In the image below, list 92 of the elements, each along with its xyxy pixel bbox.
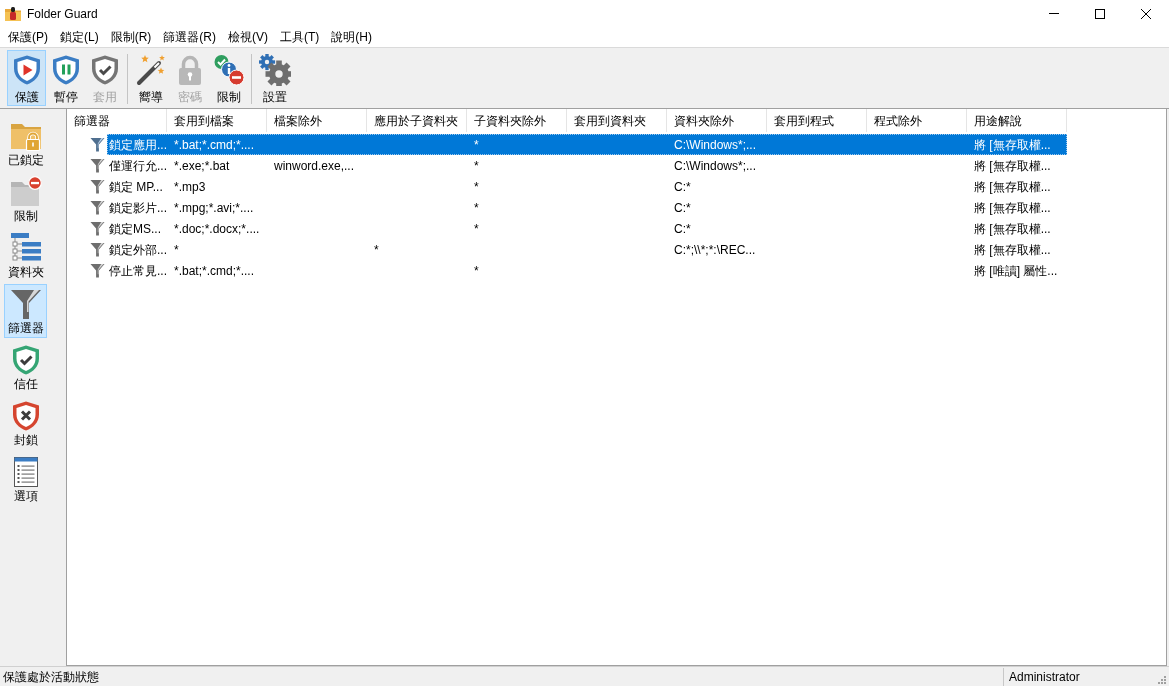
- table-cell: *.bat;*.cmd;*....: [174, 263, 255, 278]
- funnel-icon: [90, 221, 105, 236]
- magic-wand-icon: [134, 54, 167, 86]
- table-cell: 將 [唯讀] 屬性...: [974, 263, 1058, 278]
- table-cell: 鎖定影片...: [109, 200, 167, 215]
- folder-minus-icon: [9, 176, 42, 208]
- menu-item[interactable]: 鎖定(L): [54, 27, 105, 47]
- funnel-icon: [90, 137, 105, 152]
- table-cell: *.doc;*.docx;*....: [174, 221, 260, 236]
- sidebar-item[interactable]: 限制: [4, 172, 47, 226]
- sidebar-item[interactable]: 已鎖定: [4, 116, 47, 170]
- table-row[interactable]: 鎖定影片... *.mpg;*.avi;*.... * C:* 將 [無存取權...: [107, 197, 1067, 218]
- menu-item[interactable]: 工具(T): [274, 27, 326, 47]
- column-header[interactable]: 子資料夾除外: [467, 109, 567, 132]
- sidebar-item[interactable]: 信任: [4, 340, 47, 394]
- table-cell: C:\Windows*;...: [674, 137, 757, 152]
- table-cell: C:*: [674, 200, 691, 215]
- column-header[interactable]: 套用到程式: [767, 109, 867, 132]
- minimize-icon: [1049, 13, 1059, 14]
- column-header[interactable]: 檔案除外: [267, 109, 367, 132]
- table-cell: *: [474, 200, 479, 215]
- toolbar-button[interactable]: 保護: [7, 50, 46, 106]
- table-cell: 將 [無存取權...: [974, 158, 1051, 173]
- status-message: 保護處於活動狀態: [2, 669, 100, 684]
- column-header[interactable]: 應用於子資料夾: [367, 109, 467, 132]
- column-header[interactable]: 篩選器: [67, 109, 167, 132]
- table-cell: 將 [無存取權...: [974, 179, 1051, 194]
- gears-icon: [258, 54, 291, 86]
- table-cell: 將 [無存取權...: [974, 137, 1051, 152]
- sidebar-item[interactable]: 篩選器: [4, 284, 47, 338]
- table-cell: winword.exe,...: [274, 158, 355, 173]
- menu-item[interactable]: 限制(R): [104, 27, 158, 47]
- table-row[interactable]: 鎖定應用... *.bat;*.cmd;*.... * C:\Windows*;... 將 [無存取權...: [107, 134, 1067, 155]
- column-header[interactable]: 資料夾除外: [667, 109, 767, 132]
- table-cell: *.mp3: [174, 179, 206, 194]
- table-cell: *: [474, 179, 479, 194]
- menu-item[interactable]: 檢視(V): [222, 27, 274, 47]
- menu-item[interactable]: 保護(P): [2, 27, 54, 47]
- table-cell: 鎖定應用...: [109, 137, 167, 152]
- table-cell: *: [474, 158, 479, 173]
- funnel-icon: [9, 288, 42, 320]
- table-cell: 僅運行允...: [109, 158, 167, 173]
- window-title: Folder Guard: [27, 6, 98, 21]
- table-row[interactable]: 鎖定MS... *.doc;*.docx;*.... * C:* 將 [無存取權...: [107, 218, 1067, 239]
- toolbar-button[interactable]: 嚮導: [131, 50, 170, 106]
- toolbar-button[interactable]: 暫停: [46, 50, 85, 106]
- maximize-icon: [1095, 8, 1105, 19]
- table-row[interactable]: 鎖定外部... * * C:*;\\*;*:\REC... 將 [無存取權...: [107, 239, 1067, 260]
- table-cell: 鎖定MS...: [109, 221, 161, 236]
- table-cell: *.mpg;*.avi;*....: [174, 200, 254, 215]
- funnel-icon: [90, 158, 105, 173]
- column-header[interactable]: 套用到資料夾: [567, 109, 667, 132]
- table-row[interactable]: 停止常見... *.bat;*.cmd;*.... * 將 [唯讀] 屬性...: [107, 260, 1067, 281]
- table-cell: *: [174, 242, 179, 257]
- column-header[interactable]: 套用到檔案: [167, 109, 267, 132]
- sidebar-item[interactable]: 資料夾: [4, 228, 47, 282]
- table-cell: C:*: [674, 179, 691, 194]
- table-cell: C:*;\\*;*:\REC...: [674, 242, 756, 257]
- table-cell: 鎖定 MP...: [109, 179, 163, 194]
- table-cell: *: [374, 242, 379, 257]
- menu-item[interactable]: 篩選器(R): [157, 27, 222, 47]
- table-row[interactable]: 僅運行允... *.exe;*.bat winword.exe,... * C:\Windows*;... 將 [無存取權...: [107, 155, 1067, 176]
- funnel-icon: [90, 263, 105, 278]
- status-badges-icon: [212, 54, 245, 86]
- folder-logo-icon: [5, 5, 21, 22]
- table-cell: 將 [無存取權...: [974, 242, 1051, 257]
- funnel-icon: [90, 179, 105, 194]
- toolbar-button[interactable]: 設置: [255, 50, 294, 106]
- folder-tree-icon: [9, 232, 42, 264]
- toolbar-button[interactable]: 限制: [209, 50, 248, 106]
- table-cell: 將 [無存取權...: [974, 200, 1051, 215]
- table-cell: 停止常見...: [109, 263, 167, 278]
- close-icon: [1141, 8, 1151, 19]
- table-cell: 將 [無存取權...: [974, 221, 1051, 236]
- table-cell: *.exe;*.bat: [174, 158, 230, 173]
- table-cell: C:*: [674, 221, 691, 236]
- user-name: Administrator: [1009, 669, 1080, 684]
- table-cell: C:\Windows*;...: [674, 158, 757, 173]
- table-cell: *.bat;*.cmd;*....: [174, 137, 255, 152]
- funnel-icon: [90, 242, 105, 257]
- menu-item[interactable]: 說明(H): [325, 27, 378, 47]
- table-cell: *: [474, 221, 479, 236]
- table-cell: *: [474, 137, 479, 152]
- column-header[interactable]: 程式除外: [867, 109, 967, 132]
- sidebar-item[interactable]: 選項: [4, 452, 47, 506]
- resize-grip-icon: [1156, 674, 1166, 684]
- table-cell: 鎖定外部...: [109, 242, 167, 257]
- sidebar-item[interactable]: 封鎖: [4, 396, 47, 450]
- table-row[interactable]: 鎖定 MP... *.mp3 * C:* 將 [無存取權...: [107, 176, 1067, 197]
- column-header[interactable]: 用途解說: [967, 109, 1067, 132]
- table-cell: *: [474, 263, 479, 278]
- funnel-icon: [90, 200, 105, 215]
